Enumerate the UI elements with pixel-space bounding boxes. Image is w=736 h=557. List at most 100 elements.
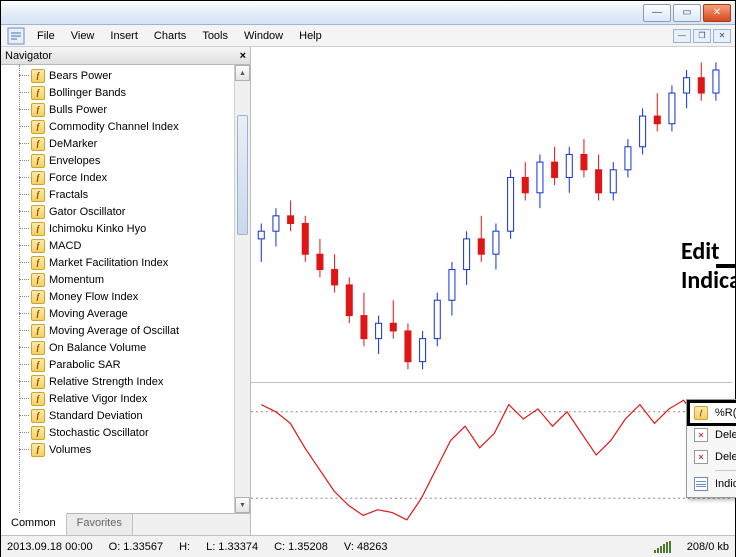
indicator-item[interactable]: f Commodity Channel Index	[31, 118, 250, 135]
indicator-icon: f	[31, 392, 45, 406]
delete-window-icon: ×	[693, 449, 709, 465]
indicator-icon: f	[31, 375, 45, 389]
price-chart[interactable]	[251, 47, 735, 377]
navigator-scrollbar[interactable]: ▲ ▼	[234, 65, 250, 513]
indicator-item[interactable]: fVolumes	[31, 441, 250, 458]
indicator-icon: f	[31, 171, 45, 185]
indicator-icon: f	[31, 273, 45, 287]
indicator-icon: f	[31, 426, 45, 440]
indicator-label: Bollinger Bands	[49, 87, 126, 99]
scroll-down-icon[interactable]: ▼	[235, 497, 250, 513]
indicator-item[interactable]: f Bulls Power	[31, 101, 250, 118]
scroll-thumb[interactable]	[237, 115, 248, 235]
menu-charts[interactable]: Charts	[146, 27, 194, 45]
menu-help[interactable]: Help	[291, 27, 330, 45]
indicator-label: On Balance Volume	[49, 342, 146, 354]
indicator-item[interactable]: f DeMarker	[31, 135, 250, 152]
indicator-label: Fractals	[49, 189, 88, 201]
indicator-label: DeMarker	[49, 138, 97, 150]
indicator-label: Market Facilitation Index	[49, 257, 168, 269]
indicator-item[interactable]: fMarket Facilitation Index	[31, 254, 250, 271]
indicator-item[interactable]: fMoney Flow Index	[31, 288, 250, 305]
indicator-item[interactable]: f Bollinger Bands	[31, 84, 250, 101]
navigator-close-icon[interactable]: ×	[240, 50, 246, 62]
indicator-item[interactable]: f Relative Strength Index	[31, 373, 250, 390]
navigator-panel: Navigator × fBears Power f Bollinger Bands…	[1, 47, 251, 535]
indicator-item[interactable]: f Force Index	[31, 169, 250, 186]
ctx-delete-indicator[interactable]: × Delete Indicator	[689, 424, 736, 446]
indicator-label: Commodity Channel Index	[49, 121, 179, 133]
indicator-icon: f	[31, 205, 45, 219]
status-open: O: 1.33567	[109, 541, 163, 553]
menu-tools[interactable]: Tools	[194, 27, 236, 45]
indicator-icon: f	[31, 154, 45, 168]
indicator-label: Momentum	[49, 274, 104, 286]
window-titlebar: — ▭ ✕	[1, 1, 735, 25]
ctx-properties[interactable]: f %R(14) properties...	[689, 402, 736, 424]
indicator-label: Money Flow Index	[49, 291, 138, 303]
indicator-item[interactable]: fEnvelopes	[31, 152, 250, 169]
menu-file[interactable]: File	[29, 27, 63, 45]
mdi-close-button[interactable]: ✕	[713, 29, 731, 43]
menu-view[interactable]: View	[63, 27, 103, 45]
indicator-label: Parabolic SAR	[49, 359, 121, 371]
indicator-item[interactable]: f Momentum	[31, 271, 250, 288]
indicator-label: Relative Strength Index	[49, 376, 163, 388]
indicator-icon: f	[31, 324, 45, 338]
indicator-item[interactable]: fMACD	[31, 237, 250, 254]
indicator-icon: f	[31, 307, 45, 321]
indicator-chart[interactable]	[251, 382, 732, 527]
indicator-label: Gator Oscillator	[49, 206, 125, 218]
scroll-up-icon[interactable]: ▲	[235, 65, 250, 81]
indicator-item[interactable]: f On Balance Volume	[31, 339, 250, 356]
properties-icon: f	[693, 405, 709, 421]
indicator-icon: f	[31, 341, 45, 355]
menu-insert[interactable]: Insert	[102, 27, 146, 45]
status-close: C: 1.35208	[274, 541, 328, 553]
indicator-item[interactable]: f Moving Average of Oscillat	[31, 322, 250, 339]
status-volume: V: 48263	[344, 541, 388, 553]
indicator-item[interactable]: f Moving Average	[31, 305, 250, 322]
indicator-item[interactable]: fBears Power	[31, 67, 250, 84]
tab-common[interactable]: Common	[1, 513, 67, 535]
indicator-label: Bulls Power	[49, 104, 107, 116]
delete-icon: ×	[693, 427, 709, 443]
status-traffic: 208/0 kb	[687, 541, 729, 553]
ctx-delete-window[interactable]: × Delete Indicator Window	[689, 446, 736, 468]
menu-bar: File View Insert Charts Tools Window Hel…	[1, 25, 735, 47]
indicator-icon: f	[31, 222, 45, 236]
indicator-item[interactable]: fStochastic Oscillator	[31, 424, 250, 441]
indicator-item[interactable]: fIchimoku Kinko Hyo	[31, 220, 250, 237]
indicator-icon: f	[31, 137, 45, 151]
tab-favorites[interactable]: Favorites	[67, 514, 133, 535]
menu-window[interactable]: Window	[236, 27, 291, 45]
status-low: L: 1.33374	[206, 541, 258, 553]
indicator-icon: f	[31, 103, 45, 117]
navigator-tree[interactable]: fBears Power f Bollinger Bands f Bulls Power…	[1, 65, 250, 513]
mdi-minimize-button[interactable]: —	[673, 29, 691, 43]
indicator-item[interactable]: fRelative Vigor Index	[31, 390, 250, 407]
list-icon	[693, 476, 709, 492]
minimize-button[interactable]: —	[643, 4, 671, 22]
indicator-item[interactable]: fFractals	[31, 186, 250, 203]
ctx-indicators-list[interactable]: Indicators List Ctrl+I	[689, 473, 736, 495]
indicator-item[interactable]: fParabolic SAR	[31, 356, 250, 373]
app-icon	[7, 27, 25, 45]
indicator-item[interactable]: f Gator Oscillator	[31, 203, 250, 220]
navigator-title: Navigator	[5, 50, 52, 62]
context-menu: f %R(14) properties... × Delete Indicato…	[686, 399, 736, 498]
indicator-icon: f	[31, 239, 45, 253]
indicator-icon: f	[31, 86, 45, 100]
close-button[interactable]: ✕	[703, 4, 731, 22]
maximize-button[interactable]: ▭	[673, 4, 701, 22]
indicator-icon: f	[31, 409, 45, 423]
indicator-label: Force Index	[49, 172, 107, 184]
context-separator	[715, 470, 736, 471]
indicator-item[interactable]: fStandard Deviation	[31, 407, 250, 424]
indicator-icon: f	[31, 120, 45, 134]
mdi-restore-button[interactable]: ❐	[693, 29, 711, 43]
chart-area[interactable]: Edit Indicator f %R(14) properties... × …	[251, 47, 735, 535]
indicator-label: Moving Average of Oscillat	[49, 325, 179, 337]
status-high: H:	[179, 541, 190, 553]
indicator-label: Moving Average	[49, 308, 128, 320]
